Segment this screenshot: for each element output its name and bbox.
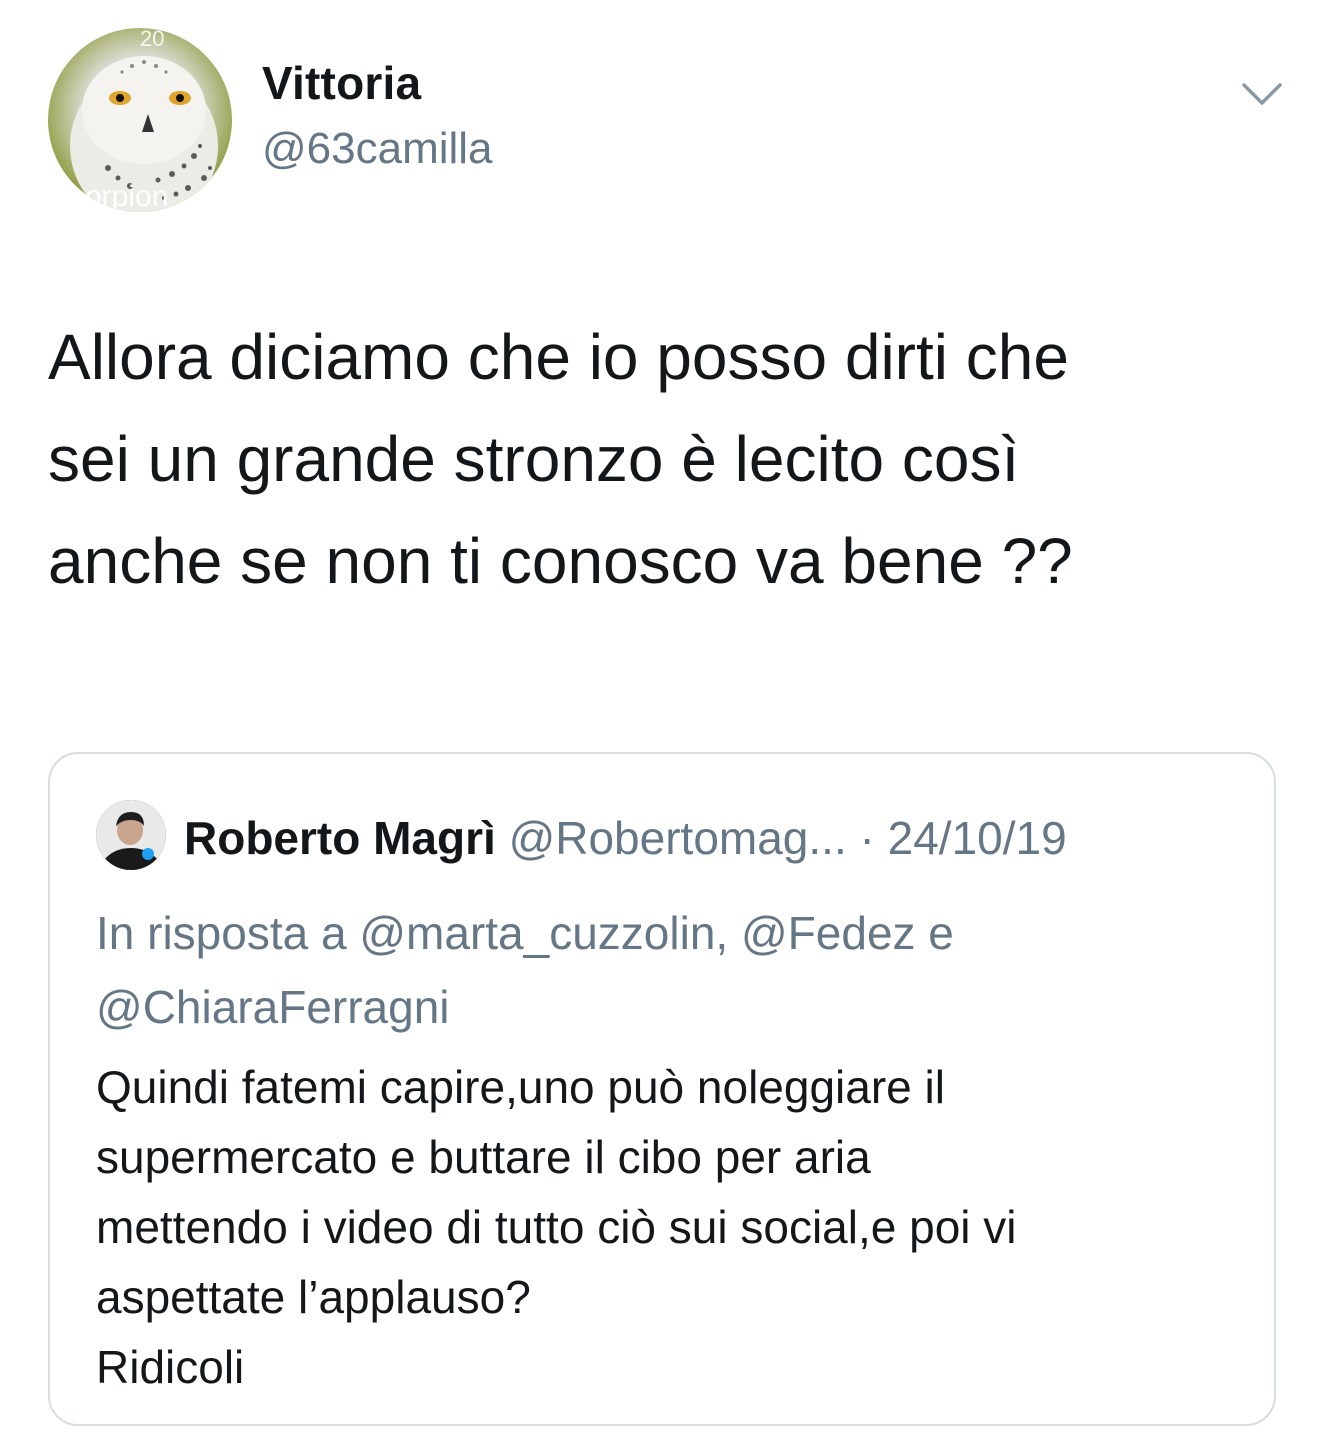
reply-prefix: In risposta a [96, 907, 360, 959]
quoted-date[interactable]: 24/10/19 [888, 812, 1067, 864]
quoted-author-handle[interactable]: @Robertomag... [509, 812, 847, 864]
tweet-text: Allora diciamo che io posso dirti che se… [48, 321, 1073, 597]
quoted-tweet-text: Quindi fatemi capire,uno può noleggiare … [96, 1061, 1017, 1393]
quoted-author-avatar[interactable] [96, 800, 166, 870]
profile-photo-image [96, 800, 166, 870]
reply-context: In risposta a @marta_cuzzolin, @Fedez e … [96, 896, 1226, 1044]
snowy-owl-image: 20 corpion [70, 28, 218, 212]
verified-badge-icon [142, 848, 154, 860]
quoted-header: Roberto Magrì @Robertomag... · 24/10/19 [184, 810, 1067, 866]
quoted-tweet-card[interactable]: Roberto Magrì @Robertomag... · 24/10/19 … [48, 752, 1276, 1426]
mention-link[interactable]: @Fedez [741, 907, 916, 959]
reply-separator: e [915, 907, 954, 959]
chevron-down-icon [1242, 83, 1282, 105]
mention-link[interactable]: @marta_cuzzolin [359, 907, 715, 959]
reply-separator: , [715, 907, 741, 959]
quoted-author-display-name[interactable]: Roberto Magrì [184, 812, 496, 864]
date-separator: · [846, 812, 888, 864]
author-avatar[interactable]: 20 corpion [48, 28, 232, 212]
avatar-overlay-top: 20 [140, 28, 164, 51]
author-handle[interactable]: @63camilla [262, 124, 493, 174]
author-display-name[interactable]: Vittoria [262, 56, 421, 110]
tweet-menu-button[interactable] [1238, 74, 1286, 114]
mention-link[interactable]: @ChiaraFerragni [96, 981, 450, 1033]
avatar-overlay-bottom: corpion [70, 180, 168, 212]
